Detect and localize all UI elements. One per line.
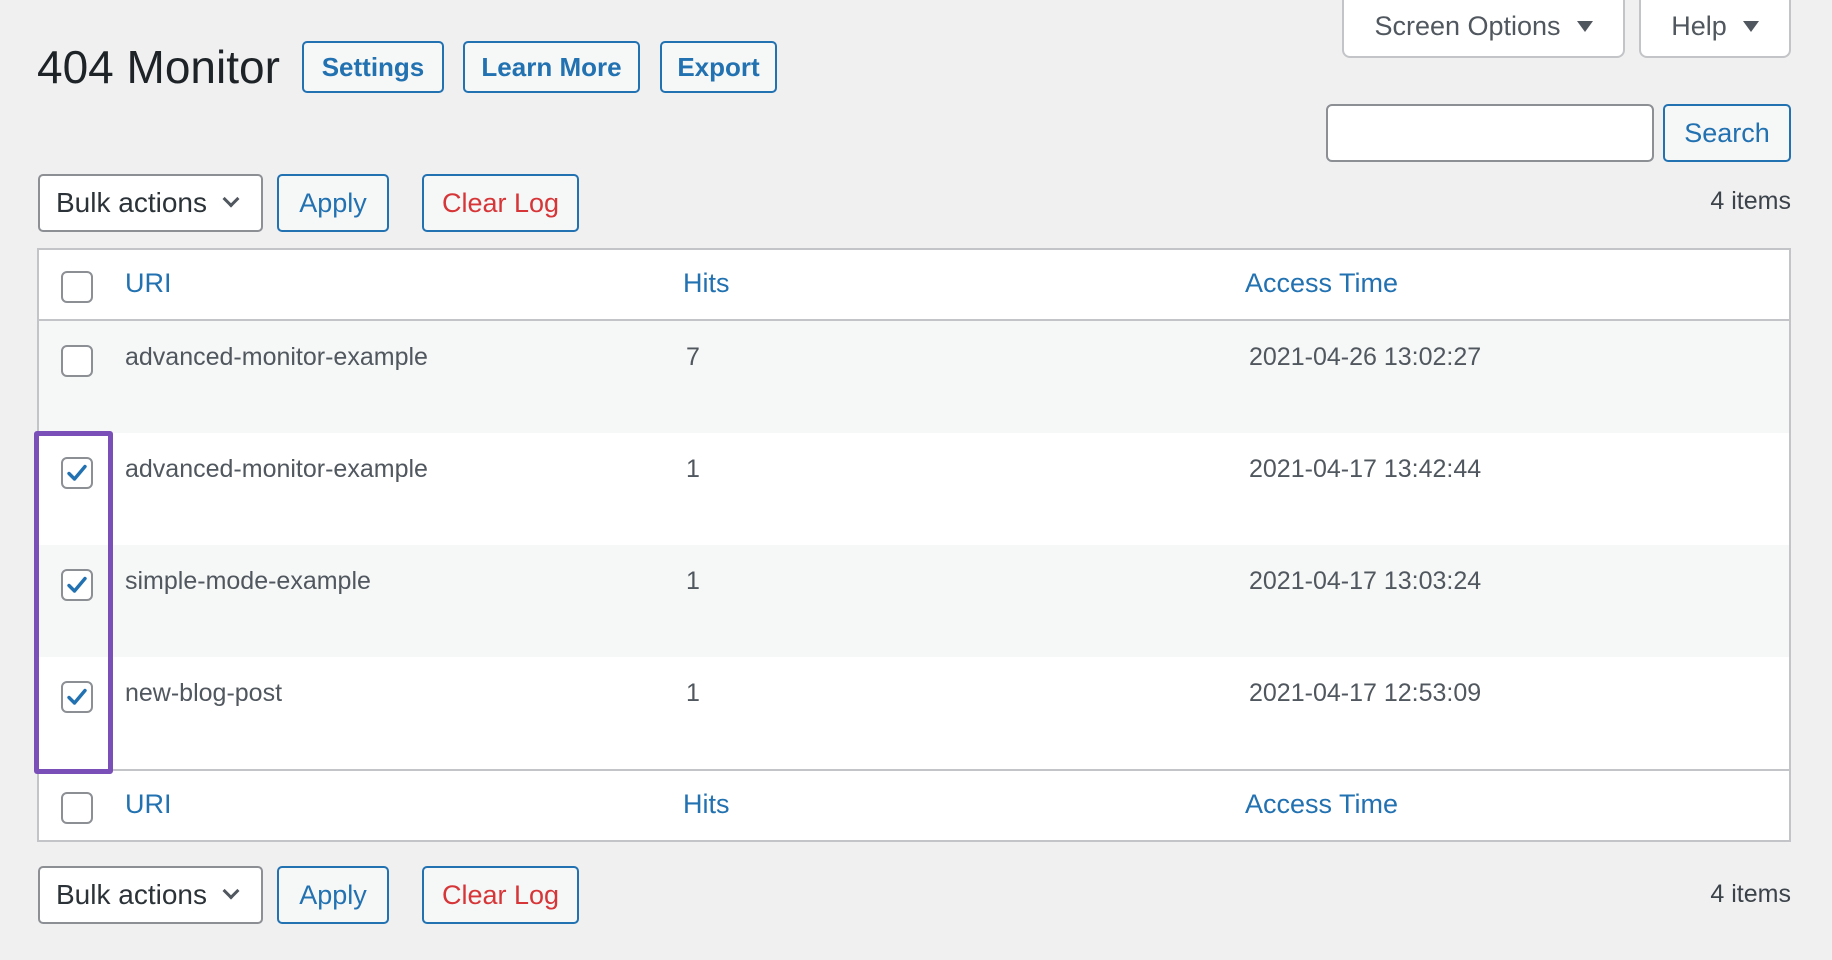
- page-title: 404 Monitor: [37, 41, 280, 93]
- cell-hits: 1: [686, 455, 700, 483]
- bulk-actions-label: Bulk actions: [56, 879, 207, 910]
- row-checkbox[interactable]: [61, 457, 93, 489]
- cell-uri: new-blog-post: [125, 679, 283, 707]
- row-checkbox[interactable]: [61, 345, 93, 377]
- help-label: Help: [1671, 10, 1727, 41]
- cell-access-time: 2021-04-17 13:03:24: [1249, 567, 1482, 595]
- cell-hits: 7: [686, 343, 700, 371]
- table-footer: URI Hits Access Time: [39, 769, 1789, 840]
- export-button[interactable]: Export: [660, 41, 777, 93]
- cell-uri: advanced-monitor-example: [125, 455, 428, 483]
- clear-log-button-bottom[interactable]: Clear Log: [422, 866, 579, 924]
- column-header-access-time[interactable]: Access Time: [1245, 268, 1398, 299]
- column-footer-hits[interactable]: Hits: [683, 789, 730, 820]
- items-count-top: 4 items: [1710, 187, 1791, 215]
- checkmark-icon: [67, 576, 87, 593]
- apply-button-top[interactable]: Apply: [277, 174, 389, 232]
- table-row: new-blog-post 1 2021-04-17 12:53:09: [39, 657, 1789, 769]
- items-count-bottom: 4 items: [1710, 880, 1791, 908]
- caret-down-icon: [1576, 20, 1593, 32]
- chevron-down-icon: [222, 882, 240, 900]
- column-footer-access-time[interactable]: Access Time: [1245, 789, 1398, 820]
- cell-hits: 1: [686, 567, 700, 595]
- cell-access-time: 2021-04-26 13:02:27: [1249, 343, 1482, 371]
- apply-button-bottom[interactable]: Apply: [277, 866, 389, 924]
- row-checkbox[interactable]: [61, 681, 93, 713]
- column-footer-uri[interactable]: URI: [125, 789, 172, 820]
- table-row: advanced-monitor-example 7 2021-04-26 13…: [39, 321, 1789, 433]
- table-row: advanced-monitor-example 1 2021-04-17 13…: [39, 433, 1789, 545]
- monitor-table: URI Hits Access Time advanced-monitor-ex…: [37, 248, 1791, 842]
- bulk-actions-select-top[interactable]: Bulk actions: [38, 174, 263, 232]
- screen-options-label: Screen Options: [1374, 10, 1561, 41]
- row-checkbox[interactable]: [61, 569, 93, 601]
- search-button[interactable]: Search: [1663, 104, 1791, 162]
- chevron-down-icon: [222, 190, 240, 208]
- cell-uri: simple-mode-example: [125, 567, 371, 595]
- cell-access-time: 2021-04-17 13:42:44: [1249, 455, 1482, 483]
- select-all-checkbox[interactable]: [61, 271, 93, 303]
- checkmark-icon: [67, 464, 87, 481]
- bulk-actions-label: Bulk actions: [56, 187, 207, 218]
- learn-more-button[interactable]: Learn More: [463, 41, 640, 93]
- clear-log-button-top[interactable]: Clear Log: [422, 174, 579, 232]
- cell-uri: advanced-monitor-example: [125, 343, 428, 371]
- checkmark-icon: [67, 688, 87, 705]
- select-all-checkbox-footer[interactable]: [61, 792, 93, 824]
- help-button[interactable]: Help: [1639, 0, 1791, 58]
- column-header-uri[interactable]: URI: [125, 268, 172, 299]
- caret-down-icon: [1742, 20, 1759, 32]
- table-header: URI Hits Access Time: [39, 250, 1789, 321]
- column-header-hits[interactable]: Hits: [683, 268, 730, 299]
- search-input[interactable]: [1326, 104, 1654, 162]
- cell-hits: 1: [686, 679, 700, 707]
- settings-button[interactable]: Settings: [302, 41, 444, 93]
- cell-access-time: 2021-04-17 12:53:09: [1249, 679, 1482, 707]
- bulk-actions-select-bottom[interactable]: Bulk actions: [38, 866, 263, 924]
- table-row: simple-mode-example 1 2021-04-17 13:03:2…: [39, 545, 1789, 657]
- screen-options-button[interactable]: Screen Options: [1342, 0, 1625, 58]
